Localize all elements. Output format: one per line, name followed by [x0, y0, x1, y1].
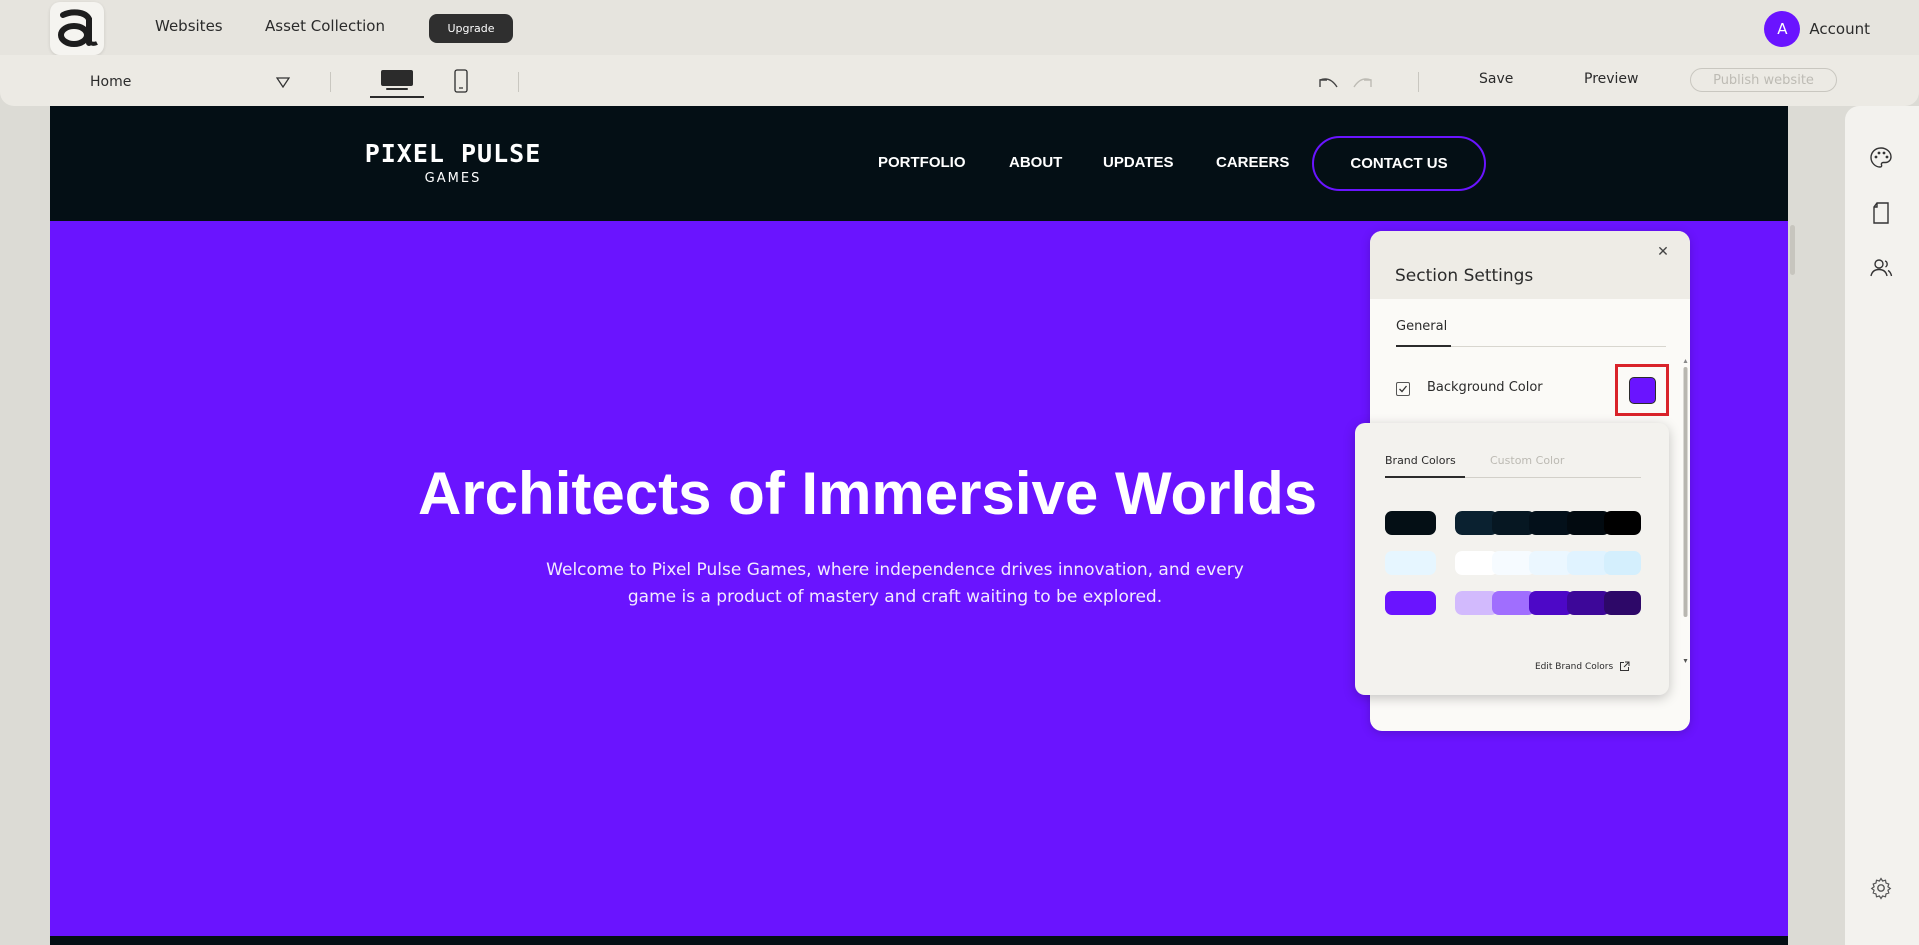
toolbar-divider	[1418, 72, 1419, 92]
tab-brand-colors[interactable]: Brand Colors	[1385, 454, 1456, 467]
brand-color-accent[interactable]	[1385, 591, 1436, 615]
mobile-icon	[454, 69, 468, 93]
undo-icon[interactable]	[1316, 74, 1340, 90]
active-tab-indicator	[1385, 476, 1465, 478]
canvas-scrollbar[interactable]	[1790, 225, 1795, 275]
preview-button[interactable]: Preview	[1584, 71, 1639, 87]
site-logo[interactable]: PIXEL PULSE GAMES	[363, 139, 543, 187]
editor-toolbar: Home Save Preview Publish website	[0, 55, 1919, 106]
right-sidebar	[1845, 106, 1919, 945]
color-shade[interactable]	[1603, 511, 1641, 535]
section-settings-header: Section Settings ✕	[1370, 231, 1690, 299]
active-tab-indicator	[1396, 345, 1451, 347]
contact-us-button[interactable]: CONTACT US	[1312, 136, 1486, 191]
panel-scrollbar[interactable]	[1683, 357, 1688, 665]
background-color-label: Background Color	[1427, 380, 1543, 395]
color-shade[interactable]	[1603, 591, 1641, 615]
desktop-icon	[381, 70, 413, 90]
site-logo-subtitle: GAMES	[424, 171, 482, 186]
site-nav-careers[interactable]: CAREERS	[1216, 154, 1289, 171]
gear-icon[interactable]	[1869, 876, 1893, 900]
save-button[interactable]: Save	[1479, 71, 1513, 87]
avatar: A	[1764, 11, 1801, 47]
site-logo-title: PIXEL PULSE	[364, 139, 542, 168]
color-shade[interactable]	[1603, 551, 1641, 575]
page-icon[interactable]	[1869, 201, 1893, 225]
hero-subtitle: Welcome to Pixel Pulse Games, where inde…	[546, 560, 1244, 607]
account-label: Account	[1809, 20, 1870, 38]
page-select-value: Home	[90, 74, 132, 90]
background-color-swatch[interactable]	[1629, 377, 1656, 404]
site-nav-portfolio[interactable]: PORTFOLIO	[878, 154, 966, 171]
upgrade-button[interactable]: Upgrade	[429, 14, 513, 43]
nav-websites[interactable]: Websites	[155, 17, 223, 35]
site-nav-about[interactable]: ABOUT	[1009, 154, 1062, 171]
toolbar-divider	[518, 72, 519, 92]
brand-color-light[interactable]	[1385, 551, 1436, 575]
tab-general[interactable]: General	[1396, 319, 1447, 334]
brand-color-ramp-dark[interactable]	[1455, 511, 1641, 535]
account-menu[interactable]: A Account	[1764, 11, 1870, 47]
chevron-down-icon	[276, 77, 290, 88]
users-icon[interactable]	[1869, 256, 1893, 280]
color-picker-popover: Brand Colors Custom Color Edit Brand Col…	[1355, 423, 1669, 695]
section-settings-title: Section Settings	[1395, 266, 1534, 286]
tab-custom-color[interactable]: Custom Color	[1490, 454, 1564, 467]
edit-brand-colors-label: Edit Brand Colors	[1535, 661, 1614, 672]
app-topbar: Websites Asset Collection Upgrade A Acco…	[0, 0, 1919, 55]
brand-color-ramp-light[interactable]	[1455, 551, 1641, 575]
close-icon[interactable]: ✕	[1654, 243, 1672, 261]
checkmark-icon	[1399, 385, 1408, 393]
site-header[interactable]: PIXEL PULSE GAMES PORTFOLIO ABOUT UPDATE…	[50, 106, 1788, 221]
app-logo[interactable]	[50, 2, 104, 55]
next-section-edge	[50, 936, 1788, 945]
edit-brand-colors-link[interactable]: Edit Brand Colors	[1535, 661, 1630, 672]
brand-color-dark[interactable]	[1385, 511, 1436, 535]
mobile-view-button[interactable]	[448, 64, 474, 98]
page-select[interactable]: Home	[90, 72, 290, 92]
brand-color-ramp-accent[interactable]	[1455, 591, 1641, 615]
publish-website-button[interactable]: Publish website	[1690, 68, 1837, 92]
palette-icon[interactable]	[1869, 146, 1893, 170]
desktop-view-button[interactable]	[370, 64, 424, 98]
background-color-checkbox[interactable]	[1396, 382, 1410, 396]
redo-icon[interactable]	[1351, 74, 1375, 90]
site-nav-updates[interactable]: UPDATES	[1103, 154, 1174, 171]
toolbar-divider	[330, 72, 331, 92]
hero-title: Architects of Immersive Worlds	[418, 460, 1318, 527]
app-logo-icon	[58, 8, 98, 47]
external-link-icon	[1620, 661, 1630, 671]
nav-asset-collection[interactable]: Asset Collection	[265, 17, 385, 35]
